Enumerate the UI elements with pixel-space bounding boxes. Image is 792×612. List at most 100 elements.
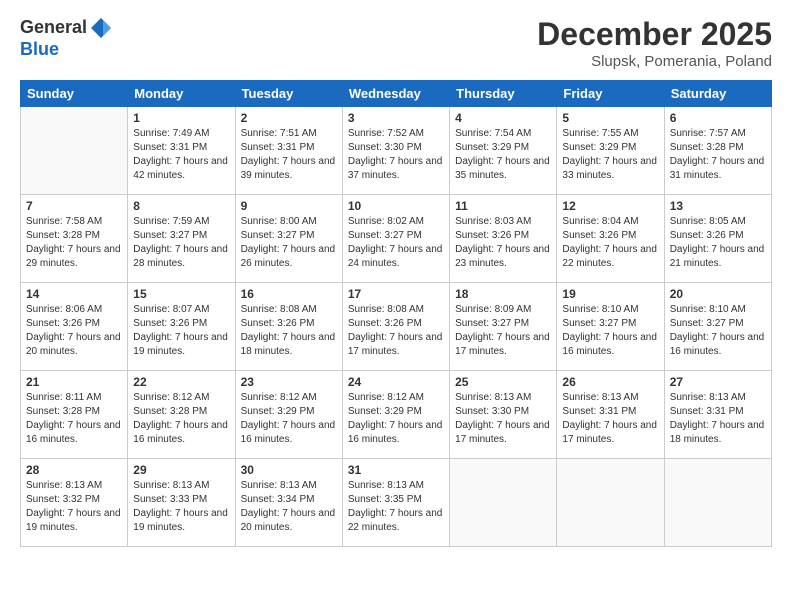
cell-info: Sunrise: 7:54 AMSunset: 3:29 PMDaylight:… <box>455 128 550 181</box>
calendar-cell: 13 Sunrise: 8:05 AMSunset: 3:26 PMDayligh… <box>664 195 771 283</box>
day-number: 23 <box>241 375 337 389</box>
cell-info: Sunrise: 7:52 AMSunset: 3:30 PMDaylight:… <box>348 128 443 181</box>
calendar-header-row: SundayMondayTuesdayWednesdayThursdayFrid… <box>21 81 772 107</box>
cell-info: Sunrise: 8:10 AMSunset: 3:27 PMDaylight:… <box>670 304 765 357</box>
cell-info: Sunrise: 8:12 AMSunset: 3:29 PMDaylight:… <box>348 392 443 445</box>
day-number: 25 <box>455 375 551 389</box>
calendar-cell: 25Sunrise: 8:13 AMSunset: 3:30 PMDayligh… <box>450 371 557 459</box>
calendar-week-4: 21 Sunrise: 8:11 AMSunset: 3:28 PMDayligh… <box>21 371 772 459</box>
day-number: 29 <box>133 463 229 477</box>
day-number: 22 <box>133 375 229 389</box>
cell-info: Sunrise: 8:13 AMSunset: 3:32 PMDaylight:… <box>26 480 121 533</box>
day-header-wednesday: Wednesday <box>342 81 449 107</box>
day-number: 6 <box>670 111 766 125</box>
cell-info: Sunrise: 8:04 AMSunset: 3:26 PMDaylight:… <box>562 216 657 269</box>
cell-info: Sunrise: 8:13 AMSunset: 3:35 PMDaylight:… <box>348 480 443 533</box>
cell-info: Sunrise: 7:51 AMSunset: 3:31 PMDaylight:… <box>241 128 336 181</box>
day-number: 11 <box>455 199 551 213</box>
calendar-cell: 10Sunrise: 8:02 AMSunset: 3:27 PMDayligh… <box>342 195 449 283</box>
day-number: 19 <box>562 287 658 301</box>
day-number: 3 <box>348 111 444 125</box>
cell-info: Sunrise: 8:12 AMSunset: 3:29 PMDaylight:… <box>241 392 336 445</box>
cell-info: Sunrise: 8:09 AMSunset: 3:27 PMDaylight:… <box>455 304 550 357</box>
day-number: 20 <box>670 287 766 301</box>
calendar-cell: 29 Sunrise: 8:13 AMSunset: 3:33 PMDayligh… <box>128 459 235 547</box>
cell-info: Sunrise: 8:02 AMSunset: 3:27 PMDaylight:… <box>348 216 443 269</box>
calendar-cell: 3 Sunrise: 7:52 AMSunset: 3:30 PMDaylight… <box>342 107 449 195</box>
day-number: 13 <box>670 199 766 213</box>
day-number: 24 <box>348 375 444 389</box>
calendar-cell: 12 Sunrise: 8:04 AMSunset: 3:26 PMDayligh… <box>557 195 664 283</box>
calendar-table: SundayMondayTuesdayWednesdayThursdayFrid… <box>20 80 772 547</box>
cell-info: Sunrise: 8:13 AMSunset: 3:33 PMDaylight:… <box>133 480 228 533</box>
calendar-cell: 1Sunrise: 7:49 AMSunset: 3:31 PMDaylight… <box>128 107 235 195</box>
day-number: 14 <box>26 287 122 301</box>
cell-info: Sunrise: 8:13 AMSunset: 3:31 PMDaylight:… <box>670 392 765 445</box>
cell-info: Sunrise: 7:49 AMSunset: 3:31 PMDaylight:… <box>133 128 228 181</box>
day-number: 28 <box>26 463 122 477</box>
logo: General Blue <box>20 16 113 60</box>
calendar-cell: 16 Sunrise: 8:08 AMSunset: 3:26 PMDayligh… <box>235 283 342 371</box>
cell-info: Sunrise: 8:13 AMSunset: 3:31 PMDaylight:… <box>562 392 657 445</box>
calendar-cell: 30Sunrise: 8:13 AMSunset: 3:34 PMDayligh… <box>235 459 342 547</box>
day-number: 16 <box>241 287 337 301</box>
day-number: 15 <box>133 287 229 301</box>
cell-info: Sunrise: 7:57 AMSunset: 3:28 PMDaylight:… <box>670 128 765 181</box>
day-header-monday: Monday <box>128 81 235 107</box>
day-number: 31 <box>348 463 444 477</box>
header: General Blue December 2025 Slupsk, Pomer… <box>20 16 772 70</box>
day-number: 12 <box>562 199 658 213</box>
cell-info: Sunrise: 8:05 AMSunset: 3:26 PMDaylight:… <box>670 216 765 269</box>
month-title: December 2025 <box>537 16 772 53</box>
day-number: 4 <box>455 111 551 125</box>
day-header-sunday: Sunday <box>21 81 128 107</box>
calendar-cell: 23 Sunrise: 8:12 AMSunset: 3:29 PMDayligh… <box>235 371 342 459</box>
cell-info: Sunrise: 8:08 AMSunset: 3:26 PMDaylight:… <box>348 304 443 357</box>
calendar-cell: 19Sunrise: 8:10 AMSunset: 3:27 PMDayligh… <box>557 283 664 371</box>
location: Slupsk, Pomerania, Poland <box>537 53 772 70</box>
calendar-cell: 9 Sunrise: 8:00 AMSunset: 3:27 PMDaylight… <box>235 195 342 283</box>
day-number: 9 <box>241 199 337 213</box>
cell-info: Sunrise: 8:03 AMSunset: 3:26 PMDaylight:… <box>455 216 550 269</box>
calendar-cell: 2 Sunrise: 7:51 AMSunset: 3:31 PMDaylight… <box>235 107 342 195</box>
cell-info: Sunrise: 8:07 AMSunset: 3:26 PMDaylight:… <box>133 304 228 357</box>
calendar-cell: 24 Sunrise: 8:12 AMSunset: 3:29 PMDayligh… <box>342 371 449 459</box>
cell-info: Sunrise: 8:11 AMSunset: 3:28 PMDaylight:… <box>26 392 121 445</box>
calendar-cell: 8 Sunrise: 7:59 AMSunset: 3:27 PMDaylight… <box>128 195 235 283</box>
calendar-week-3: 14 Sunrise: 8:06 AMSunset: 3:26 PMDayligh… <box>21 283 772 371</box>
page-container: General Blue December 2025 Slupsk, Pomer… <box>0 0 792 612</box>
calendar-week-1: 1Sunrise: 7:49 AMSunset: 3:31 PMDaylight… <box>21 107 772 195</box>
cell-info: Sunrise: 8:00 AMSunset: 3:27 PMDaylight:… <box>241 216 336 269</box>
calendar-cell <box>21 107 128 195</box>
calendar-cell: 11 Sunrise: 8:03 AMSunset: 3:26 PMDayligh… <box>450 195 557 283</box>
logo-blue-text: Blue <box>20 40 113 60</box>
day-header-thursday: Thursday <box>450 81 557 107</box>
calendar-cell: 5Sunrise: 7:55 AMSunset: 3:29 PMDaylight… <box>557 107 664 195</box>
calendar-week-2: 7Sunrise: 7:58 AMSunset: 3:28 PMDaylight… <box>21 195 772 283</box>
day-number: 26 <box>562 375 658 389</box>
logo-general-text: General <box>20 18 87 38</box>
day-number: 17 <box>348 287 444 301</box>
day-number: 18 <box>455 287 551 301</box>
day-number: 2 <box>241 111 337 125</box>
calendar-cell: 22 Sunrise: 8:12 AMSunset: 3:28 PMDayligh… <box>128 371 235 459</box>
calendar-cell: 6 Sunrise: 7:57 AMSunset: 3:28 PMDaylight… <box>664 107 771 195</box>
calendar-cell: 28 Sunrise: 8:13 AMSunset: 3:32 PMDayligh… <box>21 459 128 547</box>
day-header-saturday: Saturday <box>664 81 771 107</box>
logo-icon <box>89 16 113 40</box>
cell-info: Sunrise: 8:12 AMSunset: 3:28 PMDaylight:… <box>133 392 228 445</box>
cell-info: Sunrise: 7:58 AMSunset: 3:28 PMDaylight:… <box>26 216 121 269</box>
day-number: 8 <box>133 199 229 213</box>
cell-info: Sunrise: 8:08 AMSunset: 3:26 PMDaylight:… <box>241 304 336 357</box>
calendar-cell <box>557 459 664 547</box>
cell-info: Sunrise: 8:06 AMSunset: 3:26 PMDaylight:… <box>26 304 121 357</box>
calendar-cell: 7Sunrise: 7:58 AMSunset: 3:28 PMDaylight… <box>21 195 128 283</box>
calendar-week-5: 28 Sunrise: 8:13 AMSunset: 3:32 PMDayligh… <box>21 459 772 547</box>
cell-info: Sunrise: 8:13 AMSunset: 3:34 PMDaylight:… <box>241 480 336 533</box>
calendar-cell: 21 Sunrise: 8:11 AMSunset: 3:28 PMDayligh… <box>21 371 128 459</box>
day-number: 21 <box>26 375 122 389</box>
cell-info: Sunrise: 7:59 AMSunset: 3:27 PMDaylight:… <box>133 216 228 269</box>
calendar-cell <box>450 459 557 547</box>
day-number: 27 <box>670 375 766 389</box>
calendar-cell: 27 Sunrise: 8:13 AMSunset: 3:31 PMDayligh… <box>664 371 771 459</box>
